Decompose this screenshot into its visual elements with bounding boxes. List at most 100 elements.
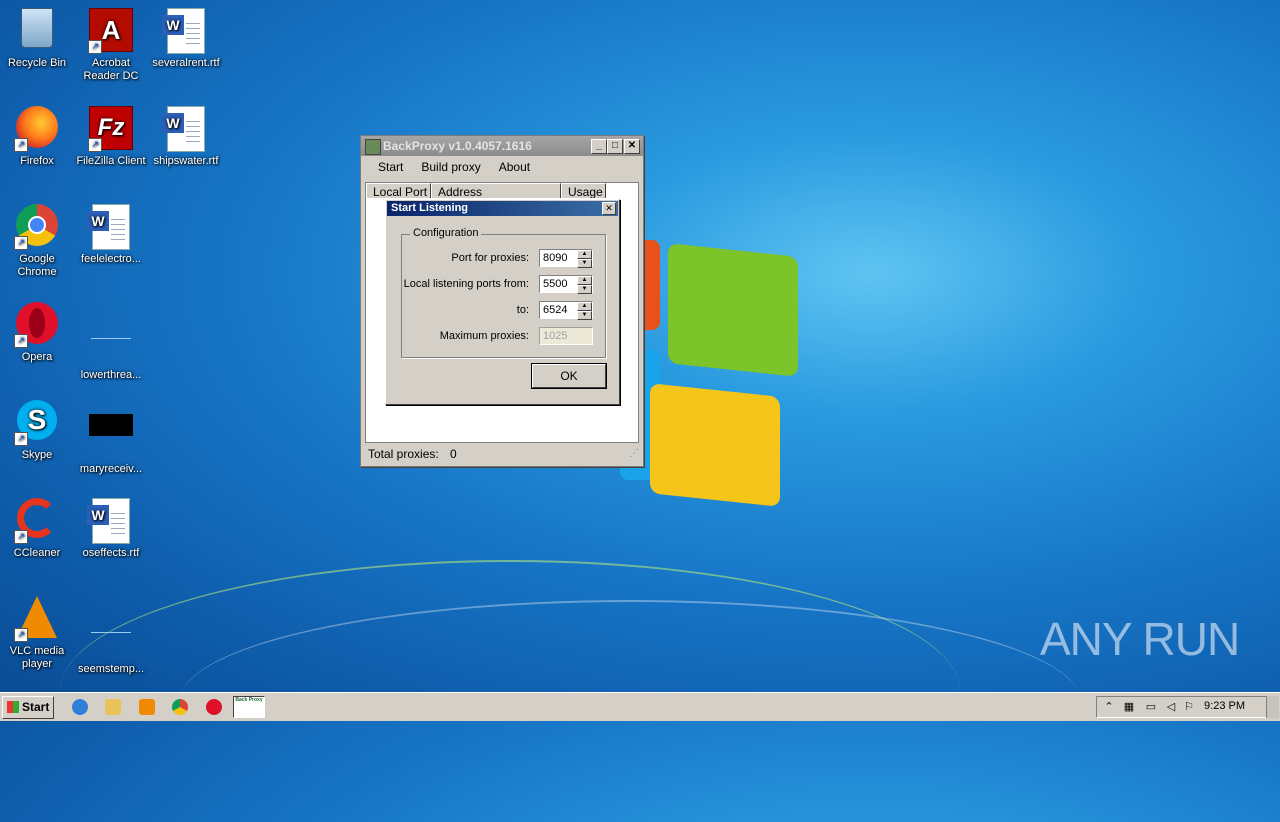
word-document-icon: W	[87, 204, 134, 250]
ccleaner-icon: ↗	[14, 498, 60, 544]
status-bar: Total proxies: 0 ⋰	[363, 444, 641, 464]
start-button[interactable]: Start	[2, 696, 54, 719]
blank-file-icon	[88, 320, 134, 366]
shortcut-arrow-icon: ↗	[14, 628, 28, 642]
spin-up-icon[interactable]: ▲	[577, 302, 592, 311]
desktop-icon-chrome[interactable]: ↗ Google Chrome	[0, 198, 74, 279]
spin-down-icon[interactable]: ▼	[577, 259, 592, 268]
opera-icon: ↗	[14, 302, 60, 348]
column-address[interactable]: Address	[431, 183, 561, 199]
desktop-icon-recycle-bin[interactable]: Recycle Bin	[0, 2, 74, 70]
configuration-group: Configuration Port for proxies: 8090 ▲ ▼ …	[401, 227, 606, 358]
dialog-titlebar[interactable]: Start Listening	[387, 201, 618, 216]
close-button[interactable]: ✕	[624, 139, 640, 154]
desktop-icon-severalrent[interactable]: W severalrent.rtf	[149, 2, 223, 70]
status-label: Total proxies:	[368, 447, 439, 461]
flag-icon[interactable]: ⚐	[1183, 701, 1195, 713]
taskbar: Start Back Proxy ⌃ ▦ ▭ ◁ ⚐ 9:23 PM	[0, 692, 1280, 721]
network-icon[interactable]: ▭	[1145, 701, 1157, 713]
minimize-button[interactable]: _	[591, 139, 607, 154]
port-for-proxies-spinner[interactable]: 8090 ▲ ▼	[539, 249, 593, 268]
ports-to-row: to: 6524 ▲ ▼	[402, 301, 605, 321]
port-for-proxies-value[interactable]: 8090	[543, 252, 567, 264]
firefox-icon: ↗	[14, 106, 60, 152]
media-player-icon[interactable]	[139, 699, 155, 715]
recycle-bin-icon	[14, 8, 60, 54]
show-desktop-button[interactable]	[1266, 696, 1279, 718]
opera-taskbar-icon[interactable]	[206, 699, 222, 715]
maximize-button[interactable]: □	[607, 139, 623, 154]
chrome-taskbar-icon[interactable]	[172, 699, 188, 715]
max-proxies-row: Maximum proxies: 1025	[402, 327, 605, 347]
anyrun-watermark: ANY RUN	[1040, 613, 1240, 665]
desktop-icon-skype[interactable]: S ↗ Skype	[0, 394, 74, 462]
chevron-up-icon[interactable]: ⌃	[1103, 701, 1115, 713]
ports-from-row: Local listening ports from: 5500 ▲ ▼	[402, 275, 605, 295]
dialog-title: Start Listening	[391, 202, 469, 214]
shortcut-arrow-icon: ↗	[14, 236, 28, 250]
blank-file-icon	[88, 614, 134, 660]
file-explorer-icon[interactable]	[105, 699, 121, 715]
system-tray: ⌃ ▦ ▭ ◁ ⚐ 9:23 PM	[1096, 696, 1276, 718]
spin-down-icon[interactable]: ▼	[577, 311, 592, 320]
shortcut-arrow-icon: ↗	[14, 334, 28, 348]
spin-down-icon[interactable]: ▼	[577, 285, 592, 294]
spin-up-icon[interactable]: ▲	[577, 250, 592, 259]
word-document-icon: W	[162, 8, 209, 54]
desktop-icon-firefox[interactable]: ↗ Firefox	[0, 100, 74, 168]
shortcut-arrow-icon: ↗	[88, 138, 102, 152]
internet-explorer-icon[interactable]	[72, 699, 88, 715]
resize-grip-icon[interactable]: ⋰	[629, 444, 639, 464]
window-titlebar[interactable]: BackProxy v1.0.4057.1616 _ □ ✕	[361, 136, 643, 156]
shortcut-arrow-icon: ↗	[88, 40, 102, 54]
desktop-icon-ccleaner[interactable]: ↗ CCleaner	[0, 492, 74, 560]
menu-about[interactable]: About	[490, 156, 539, 178]
ports-to-spinner[interactable]: 6524 ▲ ▼	[539, 301, 593, 320]
start-listening-dialog: Start Listening ✕ Configuration Port for…	[385, 199, 620, 405]
taskbar-backproxy-item[interactable]: Back Proxy	[233, 696, 265, 718]
filezilla-icon: Fz ↗	[88, 106, 134, 152]
port-for-proxies-label: Port for proxies:	[451, 252, 529, 264]
ports-from-value[interactable]: 5500	[543, 278, 567, 290]
vlc-icon: ↗	[14, 596, 60, 642]
column-local-port[interactable]: Local Port	[366, 183, 431, 199]
status-value: 0	[450, 447, 457, 461]
spin-up-icon[interactable]: ▲	[577, 276, 592, 285]
windows-logo	[620, 240, 800, 507]
desktop-icon-oseffects[interactable]: W oseffects.rtf	[74, 492, 148, 560]
menu-start[interactable]: Start	[369, 156, 412, 178]
ports-from-label: Local listening ports from:	[403, 278, 529, 290]
desktop-icon-maryreceiv[interactable]: maryreceiv...	[74, 394, 148, 476]
port-for-proxies-row: Port for proxies: 8090 ▲ ▼	[402, 249, 605, 269]
word-document-icon: W	[87, 498, 134, 544]
max-proxies-field: 1025	[539, 327, 593, 345]
clock[interactable]: 9:23 PM	[1204, 700, 1245, 712]
window-title: BackProxy v1.0.4057.1616	[383, 139, 532, 153]
desktop-icon-opera[interactable]: ↗ Opera	[0, 296, 74, 364]
ports-to-label: to:	[516, 304, 529, 316]
action-center-icon[interactable]: ▦	[1123, 701, 1135, 713]
ports-from-spinner[interactable]: 5500 ▲ ▼	[539, 275, 593, 294]
column-usage[interactable]: Usage	[561, 183, 606, 199]
menu-build-proxy[interactable]: Build proxy	[412, 156, 489, 178]
skype-icon: S ↗	[14, 400, 60, 446]
windows-flag-icon	[7, 701, 19, 713]
menubar: Start Build proxy About	[361, 156, 643, 178]
ok-button[interactable]: OK	[532, 364, 606, 388]
desktop-icon-shipswater[interactable]: W shipswater.rtf	[149, 100, 223, 168]
shortcut-arrow-icon: ↗	[14, 138, 28, 152]
desktop-icon-filezilla[interactable]: Fz ↗ FileZilla Client	[74, 100, 148, 168]
chrome-icon: ↗	[14, 204, 60, 250]
desktop-icon-acrobat[interactable]: A ↗ Acrobat Reader DC	[74, 2, 148, 83]
black-file-icon	[88, 414, 134, 460]
configuration-legend: Configuration	[410, 227, 482, 239]
dialog-close-button[interactable]: ✕	[602, 202, 616, 215]
shortcut-arrow-icon: ↗	[14, 530, 28, 544]
desktop-icon-seemstemp[interactable]: seemstemp...	[74, 590, 148, 676]
max-proxies-label: Maximum proxies:	[439, 330, 529, 342]
desktop-icon-vlc[interactable]: ↗ VLC media player	[0, 590, 74, 671]
desktop-icon-feelelectro[interactable]: W feelelectro...	[74, 198, 148, 266]
ports-to-value[interactable]: 6524	[543, 304, 567, 316]
volume-icon[interactable]: ◁	[1165, 701, 1177, 713]
desktop-icon-lowerthrea[interactable]: lowerthrea...	[74, 296, 148, 382]
